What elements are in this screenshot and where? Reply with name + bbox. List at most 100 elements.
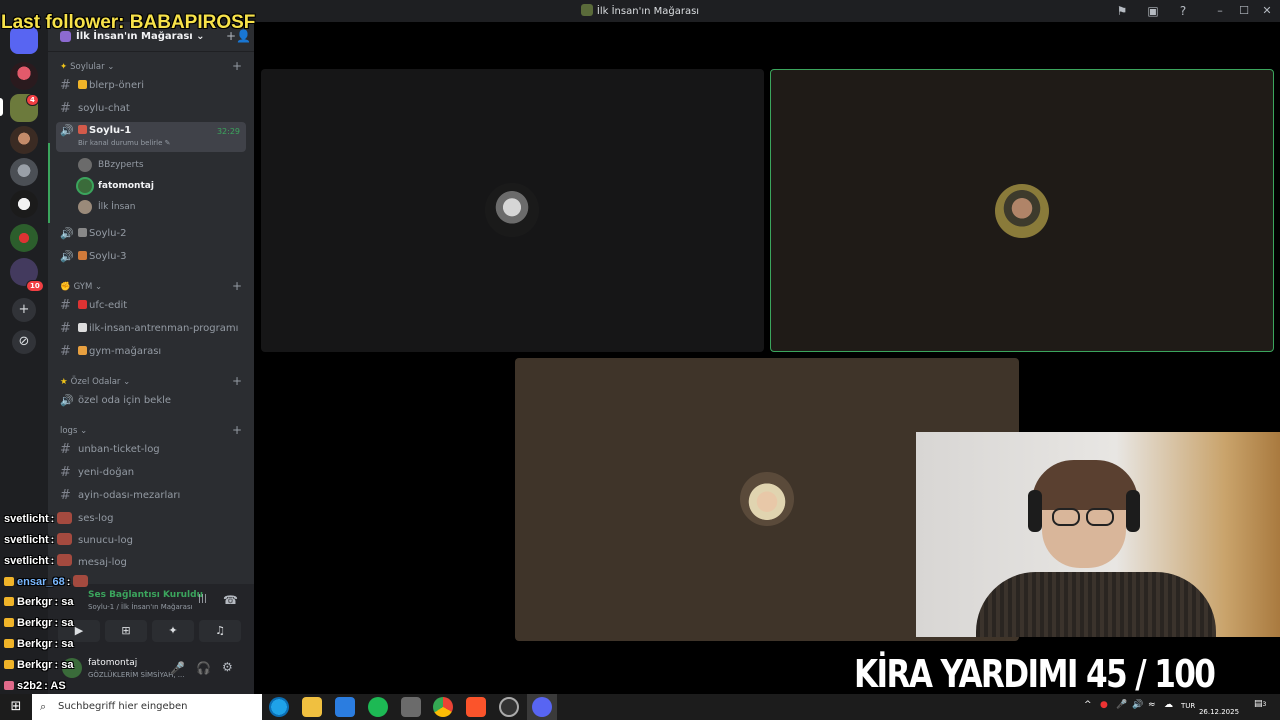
voice-connected-label[interactable]: Ses Bağlantısı Kuruldu bbox=[88, 590, 203, 600]
channel-soylu-2[interactable]: 🔊 Soylu-2 bbox=[56, 224, 246, 244]
activity-button[interactable]: ✦ bbox=[152, 620, 194, 642]
channel-ufc-edit[interactable]: # ufc-edit bbox=[56, 296, 246, 316]
create-channel-icon[interactable]: + bbox=[232, 279, 242, 293]
headset-icon[interactable]: 🎧 bbox=[196, 661, 211, 675]
participant-tile-1[interactable] bbox=[261, 69, 764, 352]
channel-yeni-dogan[interactable]: # yeni-doğan bbox=[56, 463, 246, 483]
soundboard-button[interactable]: ♫ bbox=[199, 620, 241, 642]
edge-icon[interactable] bbox=[269, 697, 289, 717]
server-icon-5[interactable] bbox=[10, 190, 38, 218]
webcam-headset-left bbox=[1028, 490, 1042, 532]
server-icon-4[interactable] bbox=[10, 158, 38, 186]
create-channel-icon[interactable]: + bbox=[232, 374, 242, 388]
explore-icon[interactable]: ⊘ bbox=[12, 330, 36, 354]
text-channel-icon: # bbox=[60, 488, 71, 503]
minimize-button[interactable]: – bbox=[1208, 2, 1232, 20]
store-icon[interactable] bbox=[335, 697, 355, 717]
voice-channel-icon: 🔊 bbox=[60, 124, 74, 137]
text-channel-icon: # bbox=[60, 101, 71, 116]
voice-location[interactable]: Soylu-1 / İlk İnsan'ın Mağarası bbox=[88, 603, 193, 611]
participant-avatar bbox=[995, 184, 1049, 238]
windows-start-icon[interactable]: ⊞ bbox=[0, 694, 32, 720]
channel-ozel-oda[interactable]: 🔊 özel oda için bekle bbox=[56, 391, 246, 411]
voice-user-name: fatomontaj bbox=[98, 181, 154, 191]
inbox-icon[interactable]: ⚑ bbox=[1114, 3, 1130, 19]
chat-line: svetlicht: bbox=[4, 533, 73, 553]
calculator-icon[interactable] bbox=[401, 697, 421, 717]
voice-user-name: İlk İnsan bbox=[98, 202, 136, 212]
taskbar-clock[interactable]: 26.12.2025 bbox=[1196, 700, 1242, 716]
channel-soylu-3[interactable]: 🔊 Soylu-3 bbox=[56, 247, 246, 267]
hand-emoji bbox=[78, 80, 87, 89]
language-indicator[interactable]: TUR bbox=[1181, 702, 1195, 710]
channel-gym-magarasi[interactable]: # gym-mağarası bbox=[56, 342, 246, 362]
channel-soylu-chat[interactable]: # soylu-chat bbox=[56, 99, 246, 119]
participant-tile-2-speaking[interactable] bbox=[770, 69, 1274, 352]
voice-user-fatomontaj[interactable]: fatomontaj bbox=[78, 176, 154, 196]
windows-taskbar: ⊞ ⌕ Suchbegriff hier eingeben ^ ● 🎤 🔊 ≈ ☁… bbox=[0, 694, 1280, 720]
add-server-icon[interactable]: + bbox=[12, 298, 36, 322]
tray-network-icon[interactable]: ≈ bbox=[1148, 700, 1156, 710]
search-placeholder: Suchbegriff hier eingeben bbox=[58, 701, 188, 712]
user-name[interactable]: fatomontaj bbox=[88, 658, 137, 668]
notification-count: 3 bbox=[1262, 701, 1267, 708]
toggle-panel-icon[interactable]: ▣ bbox=[1145, 3, 1161, 19]
channel-status[interactable]: Bir kanal durumu belirle ✎ bbox=[78, 138, 171, 148]
voice-channel-icon: 🔊 bbox=[60, 227, 74, 240]
category-label: Özel Odalar ⌄ bbox=[70, 377, 131, 387]
taskbar-search[interactable]: ⌕ Suchbegriff hier eingeben bbox=[32, 694, 262, 720]
tray-mic-icon[interactable]: 🎤 bbox=[1116, 700, 1127, 710]
chat-user: Berkgr bbox=[17, 659, 53, 671]
category-gym[interactable]: ✊ GYM ⌄ bbox=[60, 282, 102, 292]
obs-icon[interactable] bbox=[499, 697, 519, 717]
channel-ses-log[interactable]: #ses-log bbox=[56, 509, 246, 529]
chat-user: ensar_68 bbox=[17, 576, 65, 588]
channel-soylu-1[interactable]: 🔊 Soylu-1 Bir kanal durumu belirle ✎ 32:29 bbox=[56, 122, 246, 152]
notification-icon[interactable]: ▤3 bbox=[1254, 699, 1266, 709]
chat-message: sa bbox=[61, 596, 74, 608]
file-explorer-icon[interactable] bbox=[302, 697, 322, 717]
channel-mesaj-log[interactable]: #mesaj-log bbox=[56, 553, 246, 573]
settings-icon[interactable]: ⚙ bbox=[222, 660, 233, 674]
channel-unban-ticket-log[interactable]: # unban-ticket-log bbox=[56, 440, 246, 460]
disconnect-icon[interactable]: ☎ bbox=[223, 593, 238, 607]
voice-user-ilk-insan[interactable]: İlk İnsan bbox=[78, 197, 136, 217]
chat-user: svetlicht bbox=[4, 534, 49, 546]
channel-sunucu-log[interactable]: #sunucu-log bbox=[56, 531, 246, 551]
tray-app-icon[interactable]: ● bbox=[1100, 700, 1108, 710]
channel-blerp-oneri[interactable]: # blerp-öneri bbox=[56, 76, 246, 96]
tray-volume-icon[interactable]: 🔊 bbox=[1132, 700, 1143, 710]
discord-taskbar-icon[interactable] bbox=[532, 697, 552, 717]
brave-icon[interactable] bbox=[466, 697, 486, 717]
channel-ayin-odasi[interactable]: # ayin-odası-mezarları bbox=[56, 486, 246, 506]
server-icon-6[interactable] bbox=[10, 224, 38, 252]
chat-sep: : bbox=[66, 576, 71, 588]
tray-cloud-icon[interactable]: ☁ bbox=[1164, 700, 1173, 710]
mic-icon[interactable]: 🎤 bbox=[170, 661, 185, 675]
server-icon-3[interactable] bbox=[10, 126, 38, 154]
category-soylular[interactable]: ✦ Soylular ⌄ bbox=[60, 62, 114, 72]
chat-line: Berkgr: sa bbox=[4, 638, 73, 658]
spotify-icon[interactable] bbox=[368, 697, 388, 717]
server-icon-1[interactable] bbox=[10, 62, 38, 90]
voice-user-bbzyperts[interactable]: BBzyperts bbox=[78, 155, 144, 175]
channel-antrenman[interactable]: # ilk-insan-antrenman-programı bbox=[56, 319, 246, 339]
tray-chevron-icon[interactable]: ^ bbox=[1084, 700, 1092, 710]
create-channel-icon[interactable]: + bbox=[232, 423, 242, 437]
category-logs[interactable]: logs ⌄ bbox=[60, 426, 87, 436]
noise-suppression-icon[interactable]: ||| bbox=[198, 594, 207, 604]
chat-user: s2b2 bbox=[17, 680, 43, 692]
close-button[interactable]: ✕ bbox=[1255, 2, 1279, 20]
chat-sep: : bbox=[54, 617, 59, 629]
maximize-button[interactable]: ☐ bbox=[1232, 2, 1256, 20]
crown-icon bbox=[4, 660, 14, 669]
help-icon[interactable]: ? bbox=[1175, 3, 1191, 19]
create-channel-icon[interactable]: + bbox=[232, 59, 242, 73]
screen-share-button[interactable]: ⊞ bbox=[105, 620, 147, 642]
channel-emoji bbox=[78, 125, 87, 134]
category-ozel-odalar[interactable]: ★ Özel Odalar ⌄ bbox=[60, 377, 130, 387]
chrome-icon[interactable] bbox=[433, 697, 453, 717]
chat-sep: : bbox=[50, 513, 55, 525]
webcam-glasses-right bbox=[1086, 508, 1114, 526]
crown-icon bbox=[4, 639, 14, 648]
